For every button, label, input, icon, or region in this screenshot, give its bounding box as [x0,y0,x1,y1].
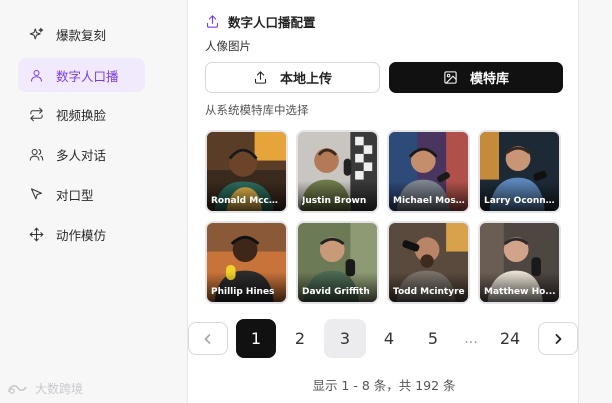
sidebar-item-label: 数字人口播 [56,68,119,84]
chevron-left-icon [204,333,211,344]
model-name: Todd Mcintyre [393,287,465,297]
page-ellipsis: ... [464,330,478,347]
page-button-24[interactable]: 24 [490,319,530,358]
avatar-image-label: 人像图片 [205,39,251,53]
model-card[interactable]: Ronald Mccu... [205,130,288,213]
model-name: Matthew Ho... [484,287,556,297]
model-card[interactable]: Larry Oconnor [478,130,561,213]
panel-title: 数字人口播配置 [205,12,316,31]
local-upload-button[interactable]: 本地上传 [205,62,380,93]
sidebar-item-face-swap[interactable]: 视频换脸 [18,97,145,131]
chevron-right-icon [555,333,562,344]
model-name: Michael Mosl... [393,196,465,206]
pagination: 1 2 3 4 5 ... 24 [188,319,580,359]
upload-icon [254,71,267,84]
model-card[interactable]: Michael Mosl... [387,130,470,213]
sidebar-item-viral-replicate[interactable]: 爆款复刻 [18,17,145,51]
panel-title-text: 数字人口播配置 [228,15,316,30]
page-button-2[interactable]: 2 [280,319,320,358]
watermark-text: 大数跨境 [35,382,84,396]
user-icon [28,67,44,83]
pagination-summary: 显示 1 - 8 条，共 192 条 [312,378,456,393]
local-upload-label: 本地上传 [279,72,332,87]
sidebar-item-label: 动作模仿 [56,227,107,243]
sidebar-item-label: 视频换脸 [56,107,107,123]
model-card[interactable]: Phillip Hines [205,221,288,304]
image-icon [444,71,457,84]
model-library-button[interactable]: 模特库 [389,62,563,93]
model-name: David Griffith [302,287,370,297]
model-card[interactable]: Todd Mcintyre [387,221,470,304]
sidebar-item-multi-dialogue[interactable]: 多人对话 [18,137,145,171]
model-name: Larry Oconnor [484,196,556,206]
sparkle-icon [28,26,44,42]
sidebar-item-label: 爆款复刻 [56,27,107,43]
sidebar-item-motion-mimic[interactable]: 动作模仿 [18,217,145,251]
model-card[interactable]: David Griffith [296,221,379,304]
sidebar-item-label: 对口型 [56,187,94,203]
model-name: Phillip Hines [211,287,275,297]
config-panel: 数字人口播配置 人像图片 本地上传 模特库 从系统模特库中选择 Ronald M… [187,0,579,403]
sidebar-item-lip-sync[interactable]: 对口型 [18,177,145,211]
app-root: 爆款复刻 数字人口播 视频换脸 多人对话 对口型 动作模仿 大数跨境 数字人口播… [0,0,612,403]
upload-icon [206,15,219,28]
sidebar: 爆款复刻 数字人口播 视频换脸 多人对话 对口型 动作模仿 大数跨境 [0,0,172,403]
model-name: Ronald Mccu... [211,196,283,206]
watermark: 大数跨境 [6,380,83,397]
swap-icon [28,106,44,122]
page-button-3[interactable]: 3 [324,319,366,358]
next-page-button[interactable] [538,322,578,355]
sidebar-item-digital-human[interactable]: 数字人口播 [18,58,145,92]
page-button-5[interactable]: 5 [413,319,453,358]
choose-from-library-label: 从系统模特库中选择 [205,103,309,117]
move-icon [28,226,44,242]
watermark-logo-icon [8,384,27,394]
page-button-1[interactable]: 1 [236,319,276,358]
sidebar-item-label: 多人对话 [56,147,107,163]
model-card[interactable]: Matthew Ho... [478,221,561,304]
cursor-icon [28,186,44,202]
users-icon [28,146,44,162]
model-name: Justin Brown [302,196,367,206]
prev-page-button[interactable] [188,322,228,355]
page-button-4[interactable]: 4 [369,319,409,358]
model-library-label: 模特库 [469,72,509,87]
model-card[interactable]: Justin Brown [296,130,379,213]
